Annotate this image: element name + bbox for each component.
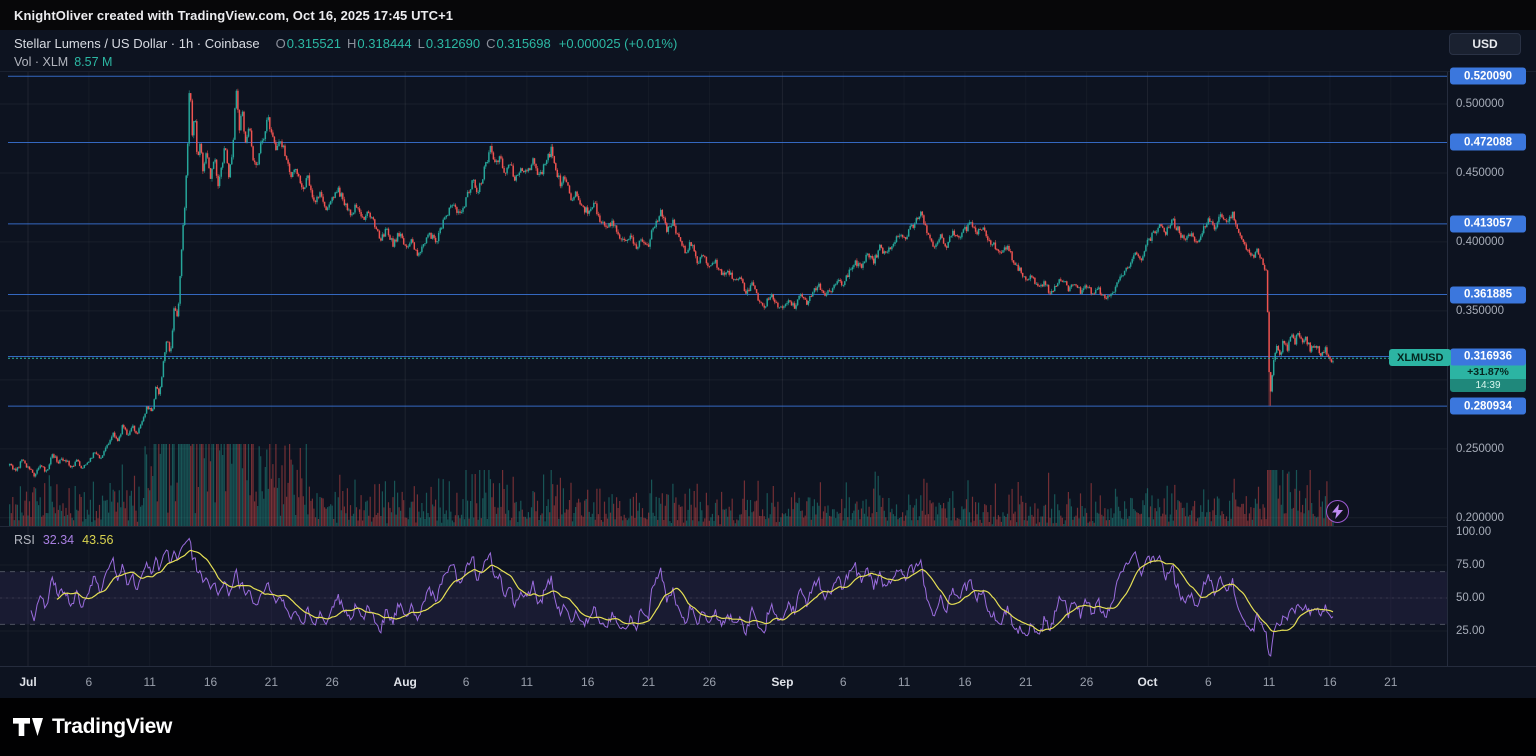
candle-bodies-down xyxy=(11,91,1331,477)
rsi-value: 32.34 xyxy=(43,533,74,547)
time-axis-day-label: 16 xyxy=(958,675,971,689)
tradingview-logo-icon[interactable] xyxy=(13,718,43,736)
symbol-price-tag[interactable]: XLMUSD xyxy=(1389,349,1451,366)
price-level-badge[interactable]: 0.316936 xyxy=(1450,348,1526,365)
price-axis-label: 0.250000 xyxy=(1456,443,1504,455)
low-value: 0.312690 xyxy=(426,36,480,51)
candle-wicks-up xyxy=(10,89,1333,477)
time-axis-month-label: Oct xyxy=(1137,675,1157,689)
time-axis-day-label: 21 xyxy=(1384,675,1397,689)
chart-legend: Stellar Lumens / US Dollar · 1h · Coinba… xyxy=(14,36,677,51)
time-axis-day-label: 26 xyxy=(1080,675,1093,689)
price-level-badge[interactable]: 0.361885 xyxy=(1450,286,1526,303)
currency-toggle-button[interactable]: USD xyxy=(1449,33,1521,55)
time-axis-day-label: 26 xyxy=(703,675,716,689)
rsi-axis-label: 25.00 xyxy=(1456,625,1485,637)
high-label: H xyxy=(347,36,356,51)
candle-bodies-up xyxy=(10,91,1333,477)
price-level-badge[interactable]: 0.520090 xyxy=(1450,68,1526,85)
high-value: 0.318444 xyxy=(357,36,411,51)
close-label: C xyxy=(486,36,495,51)
time-axis-day-label: 11 xyxy=(143,675,155,689)
time-axis-day-label: 16 xyxy=(581,675,594,689)
time-axis-day-label: 26 xyxy=(326,675,339,689)
time-axis-day-label: 6 xyxy=(463,675,470,689)
low-label: L xyxy=(418,36,425,51)
rsi-axis-label: 75.00 xyxy=(1456,559,1485,571)
time-axis-day-label: 16 xyxy=(204,675,217,689)
time-axis-month-label: Jul xyxy=(19,675,36,689)
volume-value: 8.57 M xyxy=(74,55,112,69)
volume-label[interactable]: Vol · XLM xyxy=(14,55,68,69)
symbol-title[interactable]: Stellar Lumens / US Dollar · 1h · Coinba… xyxy=(14,36,260,51)
time-axis-day-label: 21 xyxy=(265,675,278,689)
change-value: +0.000025 (+0.01%) xyxy=(559,36,678,51)
price-level-badge[interactable]: 0.413057 xyxy=(1450,215,1526,232)
watermark-attribution: KnightOliver created with TradingView.co… xyxy=(14,8,453,23)
time-axis-month-label: Sep xyxy=(771,675,793,689)
open-label: O xyxy=(276,36,286,51)
price-axis-label: 0.400000 xyxy=(1456,236,1504,248)
time-axis[interactable]: Jul 6 11 16 21 26 Aug 6 11 16 21 26 Sep 6 11 16 21 26 Oct 6… xyxy=(0,666,1536,698)
price-level-badge[interactable]: 0.472088 xyxy=(1450,134,1526,151)
close-value: 0.315698 xyxy=(497,36,551,51)
time-axis-day-label: 16 xyxy=(1323,675,1336,689)
time-axis-day-label: 11 xyxy=(1263,675,1275,689)
price-axis[interactable]: 0.315698 +31.87% 14:39 0.5000000.4500000… xyxy=(1447,72,1536,666)
status-bar: KnightOliver created with TradingView.co… xyxy=(0,0,1536,30)
price-axis-label: 0.200000 xyxy=(1456,512,1504,524)
flash-action-button[interactable] xyxy=(1326,500,1349,523)
time-axis-day-label: 11 xyxy=(898,675,910,689)
volume-legend: Vol · XLM 8.57 M xyxy=(14,55,112,69)
header-divider xyxy=(0,71,1536,72)
open-value: 0.315521 xyxy=(287,36,341,51)
rsi-axis-label: 100.00 xyxy=(1456,526,1491,538)
price-axis-label: 0.350000 xyxy=(1456,305,1504,317)
rsi-axis-label: 50.00 xyxy=(1456,592,1485,604)
time-axis-day-label: 6 xyxy=(1205,675,1212,689)
rsi-label[interactable]: RSI xyxy=(14,533,35,547)
time-axis-day-label: 11 xyxy=(521,675,533,689)
candle-wicks-down xyxy=(11,89,1331,478)
time-axis-day-label: 21 xyxy=(642,675,655,689)
bar-countdown-badge: 14:39 xyxy=(1450,379,1526,392)
rsi-ma-value: 43.56 xyxy=(82,533,113,547)
time-axis-day-label: 6 xyxy=(85,675,92,689)
tradingview-wordmark[interactable]: TradingView xyxy=(52,715,172,739)
current-change-badge: +31.87% xyxy=(1450,365,1526,379)
time-axis-day-label: 21 xyxy=(1019,675,1032,689)
rsi-legend: RSI 32.34 43.56 xyxy=(14,533,113,547)
lightning-bolt-icon xyxy=(1332,504,1343,519)
price-axis-label: 0.500000 xyxy=(1456,98,1504,110)
time-axis-month-label: Aug xyxy=(394,675,417,689)
price-level-badge[interactable]: 0.280934 xyxy=(1450,398,1526,415)
footer-bar: TradingView xyxy=(0,698,1536,756)
volume-bars-up xyxy=(10,444,1333,526)
main-chart[interactable] xyxy=(0,72,1447,666)
time-axis-day-label: 6 xyxy=(840,675,847,689)
price-axis-label: 0.450000 xyxy=(1456,167,1504,179)
